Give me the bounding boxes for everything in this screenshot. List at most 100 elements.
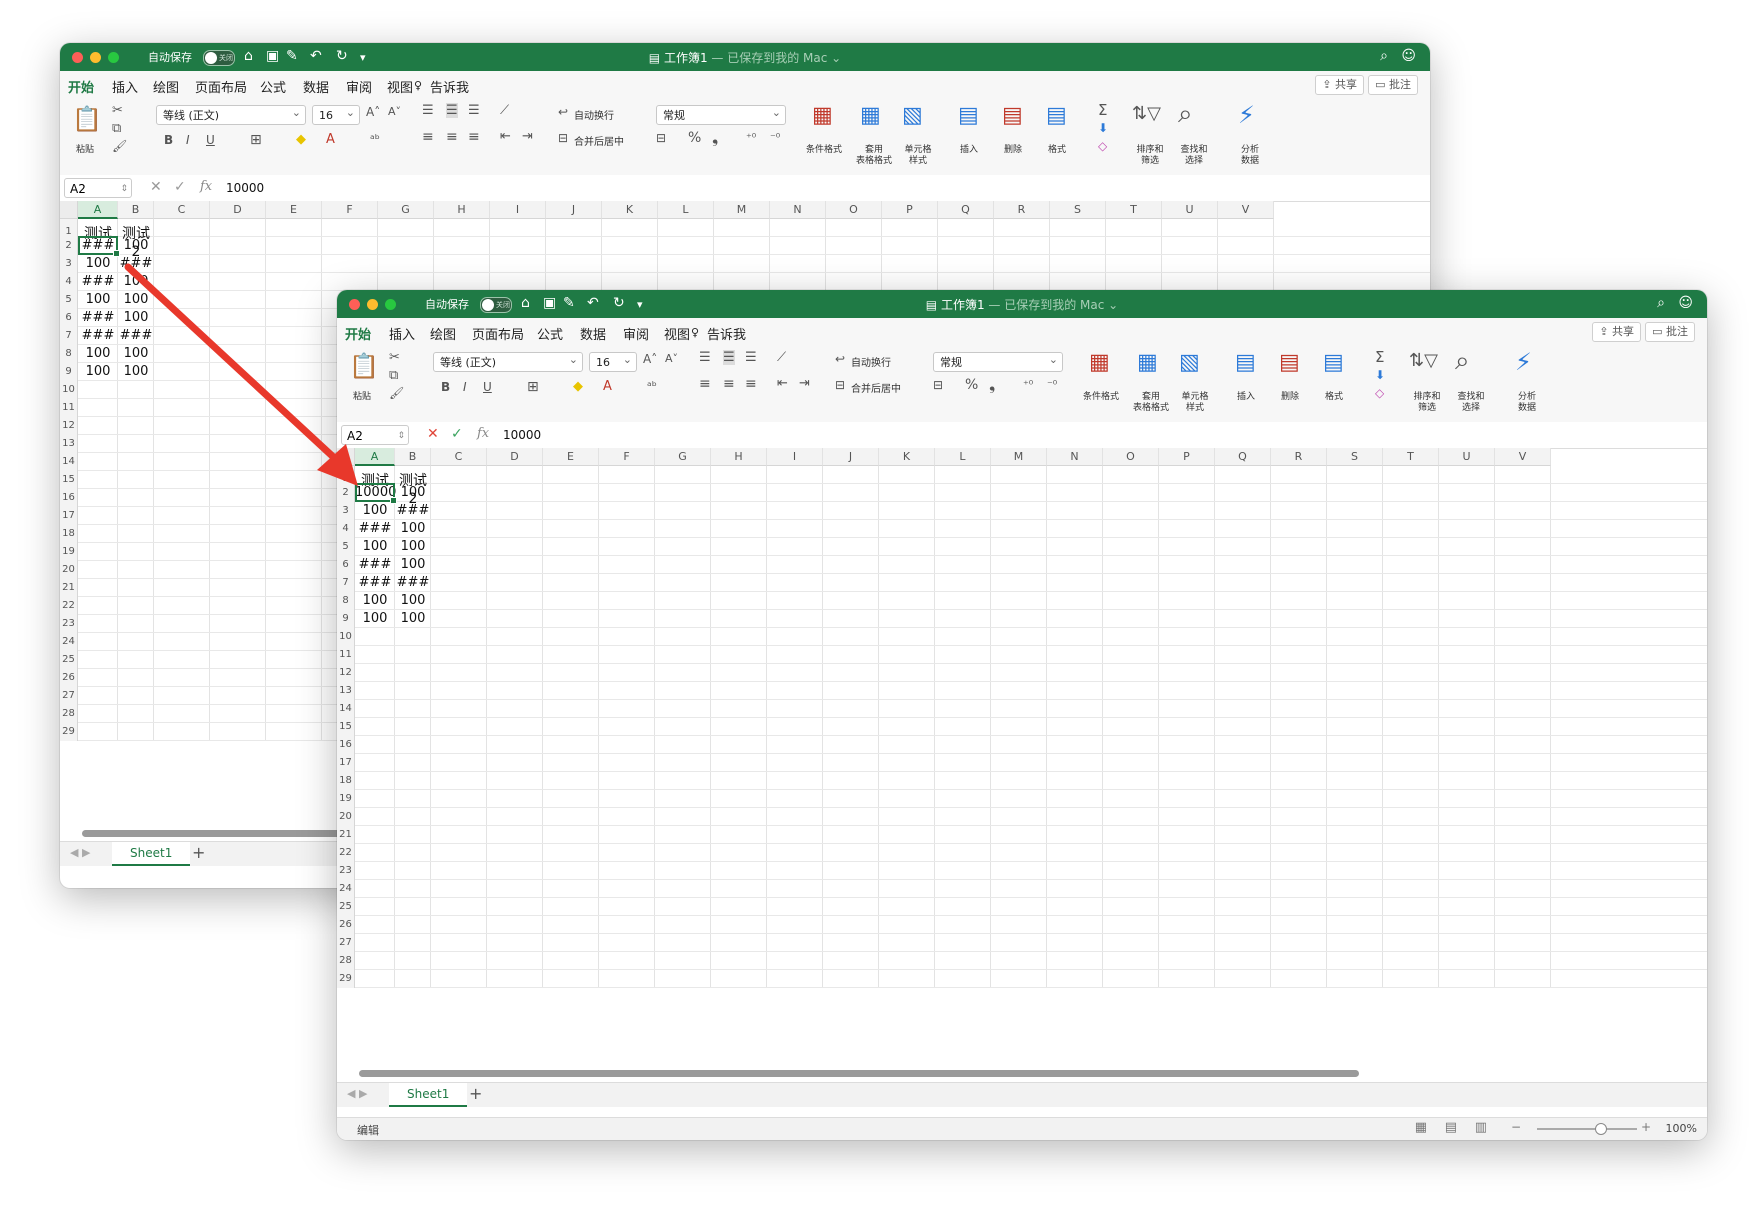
row-header-28[interactable]: 28 [60,705,78,723]
conditional-format-icon[interactable]: ▦ [1089,350,1110,375]
horizontal-scrollbar[interactable] [359,1070,1359,1077]
tab-5[interactable]: 数据 [303,77,329,96]
data-cell[interactable]: 100 [78,345,118,363]
italic-icon[interactable]: I [463,380,467,394]
row-header-8[interactable]: 8 [60,345,78,363]
tab-8[interactable]: 告诉我 [430,77,469,96]
data-cell[interactable]: ### [395,502,431,520]
row-header-24[interactable]: 24 [60,633,78,651]
data-cell[interactable]: 100 [118,309,154,327]
column-header-U[interactable]: U [1162,201,1218,219]
data-cell[interactable]: 100 [395,538,431,556]
share-button[interactable]: ⇪ 共享 [1592,322,1641,342]
column-header-A[interactable]: A [78,201,118,219]
fill-icon[interactable]: ⬇ [1375,368,1385,382]
column-header-E[interactable]: E [266,201,322,219]
data-cell[interactable]: ### [118,327,154,345]
tab-7[interactable]: 视图 [387,77,413,96]
column-header-M[interactable]: M [714,201,770,219]
font-color-icon[interactable]: A [603,379,612,394]
row-header-5[interactable]: 5 [337,538,355,556]
orientation-icon[interactable]: ⟋ [777,350,786,365]
fill-color-icon[interactable]: ◆ [296,132,306,147]
column-header-M[interactable]: M [991,448,1047,466]
row-header-1[interactable]: 1 [337,466,355,484]
data-cell[interactable]: 100 [118,345,154,363]
align-center-icon[interactable]: ≡ [723,376,735,392]
format-painter-icon[interactable]: 🖌 [112,139,127,153]
data-cell[interactable]: 100 [395,592,431,610]
column-header-J[interactable]: J [546,201,602,219]
data-cell[interactable]: 100 [395,556,431,574]
column-header-F[interactable]: F [599,448,655,466]
table-format-icon[interactable]: ▦ [1137,350,1158,375]
row-header-19[interactable]: 19 [337,790,355,808]
zoom-out-icon[interactable]: − [1511,1120,1521,1134]
cut-icon[interactable]: ✂ [389,350,400,365]
cell-style-icon[interactable]: ▧ [902,103,923,128]
format-cells-icon[interactable]: ▤ [1046,103,1067,128]
row-header-22[interactable]: 22 [337,844,355,862]
formula-input[interactable]: 10000 [226,181,264,195]
wrap-text-button[interactable]: 自动换行 [574,107,614,122]
align-middle-icon[interactable]: ☰ [446,103,458,118]
align-top-icon[interactable]: ☰ [422,103,434,118]
decrease-decimal-icon[interactable]: ⁻⁰ [770,131,780,144]
row-header-7[interactable]: 7 [337,574,355,592]
data-cell[interactable]: ### [78,273,118,291]
column-header-C[interactable]: C [431,448,487,466]
zoom-in-icon[interactable]: + [1641,1120,1651,1134]
data-cell[interactable]: ### [395,574,431,592]
enter-icon[interactable]: ✓ [174,179,186,195]
decrease-indent-icon[interactable]: ⇤ [777,376,788,391]
insert-cells-icon[interactable]: ▤ [958,103,979,128]
font-shrink-icon[interactable]: A˅ [388,105,401,118]
data-cell[interactable]: 100 [395,610,431,628]
column-header-A[interactable]: A [355,448,395,466]
add-sheet-button[interactable]: + [469,1084,482,1103]
column-header-L[interactable]: L [935,448,991,466]
row-header-3[interactable]: 3 [60,255,78,273]
comments-button[interactable]: ▭ 批注 [1368,75,1418,95]
merge-center-button[interactable]: 合并后居中 [851,380,901,395]
row-header-6[interactable]: 6 [60,309,78,327]
cell-style-icon[interactable]: ▧ [1179,350,1200,375]
align-left-icon[interactable]: ≡ [699,376,711,392]
column-header-L[interactable]: L [658,201,714,219]
row-header-20[interactable]: 20 [60,561,78,579]
sort-filter-icon[interactable]: ⇅▽ [1409,350,1438,371]
cancel-icon[interactable]: ✕ [150,179,162,195]
row-header-12[interactable]: 12 [60,417,78,435]
normal-view-icon[interactable]: ▦ [1415,1120,1427,1135]
data-cell[interactable]: ### [355,520,395,538]
row-header-18[interactable]: 18 [337,772,355,790]
percent-icon[interactable]: % [965,377,978,393]
sort-filter-icon[interactable]: ⇅▽ [1132,103,1161,124]
select-all-corner[interactable] [337,448,355,466]
underline-icon[interactable]: U [206,133,215,147]
row-header-18[interactable]: 18 [60,525,78,543]
conditional-format-icon[interactable]: ▦ [812,103,833,128]
data-cell[interactable]: 100 [355,502,395,520]
merge-center-icon[interactable]: ⊟ [558,131,568,145]
row-header-23[interactable]: 23 [60,615,78,633]
font-grow-icon[interactable]: A˄ [643,352,657,366]
comma-icon[interactable]: ❟ [989,375,995,395]
tab-5[interactable]: 数据 [580,324,606,343]
data-cell[interactable]: 100 [395,484,431,502]
column-header-K[interactable]: K [879,448,935,466]
data-cell[interactable]: 100 [395,520,431,538]
paste-icon[interactable]: 📋 [72,105,102,133]
column-header-O[interactable]: O [1103,448,1159,466]
cancel-icon[interactable]: ✕ [427,426,439,442]
row-header-10[interactable]: 10 [337,628,355,646]
account-icon[interactable]: ☺ [1678,295,1693,311]
data-cell[interactable]: 100 [355,592,395,610]
function-icon[interactable]: fx [200,179,212,194]
name-box[interactable]: A2 [341,425,409,446]
column-header-V[interactable]: V [1495,448,1551,466]
select-all-corner[interactable] [60,201,78,219]
merge-center-icon[interactable]: ⊟ [835,378,845,392]
fill-color-icon[interactable]: ◆ [573,379,583,394]
row-header-14[interactable]: 14 [60,453,78,471]
